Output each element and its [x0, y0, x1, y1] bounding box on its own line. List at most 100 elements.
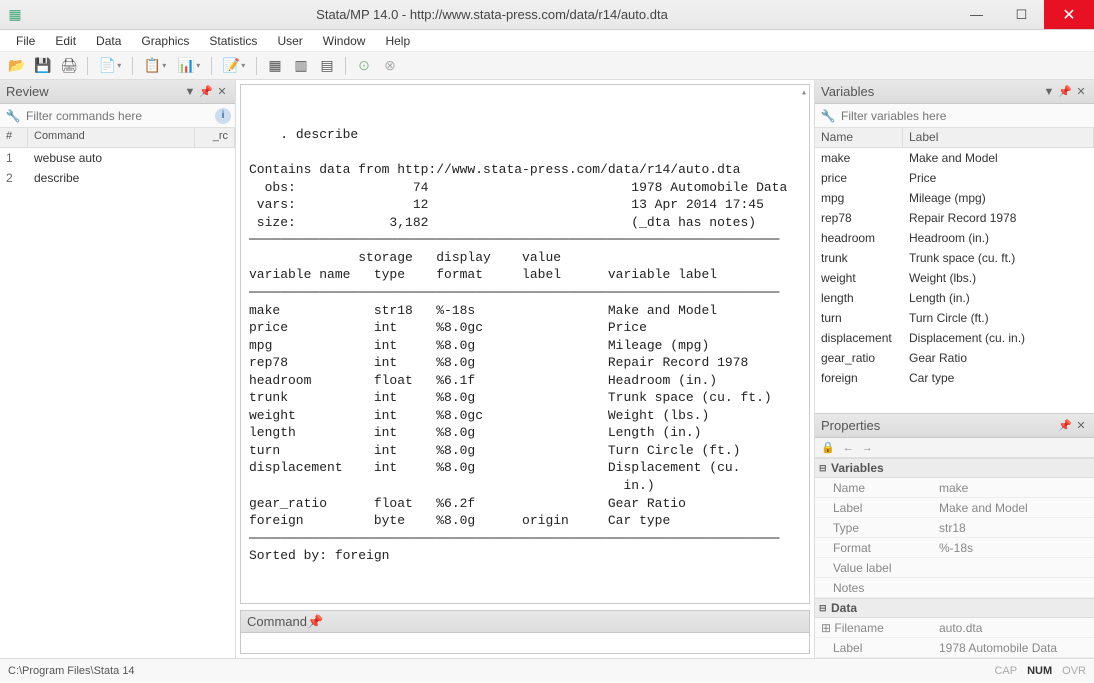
data-editor-icon[interactable]: ▦ [264, 55, 286, 77]
scroll-icon[interactable]: ▴ [799, 85, 809, 103]
prop-label: Label [815, 501, 933, 515]
review-num: 2 [0, 171, 28, 185]
review-cmd: describe [28, 171, 235, 185]
var-label: Mileage (mpg) [903, 191, 1094, 205]
next-icon[interactable]: → [862, 442, 873, 454]
var-label: Repair Record 1978 [903, 211, 1094, 225]
pin-icon[interactable]: 📌 [199, 85, 213, 98]
variable-row[interactable]: mpgMileage (mpg) [815, 188, 1094, 208]
variable-row[interactable]: headroomHeadroom (in.) [815, 228, 1094, 248]
prop-row[interactable]: Namemake [815, 478, 1094, 498]
var-label: Length (in.) [903, 291, 1094, 305]
maximize-button[interactable]: ☐ [999, 0, 1044, 29]
prop-row[interactable]: LabelMake and Model [815, 498, 1094, 518]
wrench-icon[interactable]: 🔧 [819, 109, 837, 123]
titlebar: ▦ Stata/MP 14.0 - http://www.stata-press… [0, 0, 1094, 30]
menu-help[interactable]: Help [375, 32, 420, 50]
open-icon[interactable]: 📂 [6, 55, 28, 77]
variable-row[interactable]: trunkTrunk space (cu. ft.) [815, 248, 1094, 268]
info-icon[interactable]: i [215, 108, 231, 124]
variables-manager-icon[interactable]: ▤ [316, 55, 338, 77]
statusbar: C:\Program Files\Stata 14 CAP NUM OVR [0, 658, 1094, 682]
variable-row[interactable]: foreignCar type [815, 368, 1094, 388]
variables-filter-input[interactable] [837, 107, 1090, 125]
pin-icon[interactable]: 📌 [1058, 419, 1072, 432]
review-cmd: webuse auto [28, 151, 235, 165]
col-num[interactable]: # [0, 128, 28, 147]
print-icon[interactable]: 🖨 [58, 55, 80, 77]
viewer-icon[interactable]: 📋 [140, 55, 170, 77]
prop-label: Type [815, 521, 933, 535]
filter-toggle-icon[interactable]: ▼ [1042, 86, 1056, 98]
variables-title: Variables [821, 84, 874, 99]
variable-row[interactable]: pricePrice [815, 168, 1094, 188]
prop-row[interactable]: Notes [815, 578, 1094, 598]
prop-label: Format [815, 541, 933, 555]
variable-row[interactable]: makeMake and Model [815, 148, 1094, 168]
prop-group[interactable]: ⊟Data [815, 598, 1094, 618]
status-path: C:\Program Files\Stata 14 [8, 665, 135, 677]
pin-icon[interactable]: 📌 [1058, 85, 1072, 98]
variables-filterbar: 🔧 [815, 104, 1094, 128]
menu-graphics[interactable]: Graphics [131, 32, 199, 50]
lock-icon[interactable]: 🔒 [821, 441, 835, 454]
prop-row[interactable]: Format%-18s [815, 538, 1094, 558]
review-filterbar: 🔧 i [0, 104, 235, 128]
review-filter-input[interactable] [22, 107, 215, 125]
variable-row[interactable]: rep78Repair Record 1978 [815, 208, 1094, 228]
prev-icon[interactable]: ← [843, 442, 854, 454]
ovr-indicator: OVR [1062, 665, 1086, 677]
break-icon[interactable]: ⊗ [379, 55, 401, 77]
menu-file[interactable]: File [6, 32, 45, 50]
minimize-button[interactable]: — [954, 0, 999, 29]
review-num: 1 [0, 151, 28, 165]
var-name: price [815, 171, 903, 185]
menubar: FileEditDataGraphicsStatisticsUserWindow… [0, 30, 1094, 52]
var-label: Trunk space (cu. ft.) [903, 251, 1094, 265]
menu-user[interactable]: User [267, 32, 312, 50]
wrench-icon[interactable]: 🔧 [4, 109, 22, 123]
review-row[interactable]: 1webuse auto [0, 148, 235, 168]
col-label[interactable]: Label [903, 128, 1094, 147]
clear-more-icon[interactable]: ⊙ [353, 55, 375, 77]
menu-statistics[interactable]: Statistics [199, 32, 267, 50]
prop-row[interactable]: Label1978 Automobile Data [815, 638, 1094, 658]
close-panel-icon[interactable]: ✕ [1074, 85, 1088, 98]
variables-list: makeMake and ModelpricePricempgMileage (… [815, 148, 1094, 413]
variable-row[interactable]: turnTurn Circle (ft.) [815, 308, 1094, 328]
properties-title: Properties [821, 418, 880, 433]
variable-row[interactable]: gear_ratioGear Ratio [815, 348, 1094, 368]
log-icon[interactable]: 📄 [95, 55, 125, 77]
app-icon: ▦ [0, 6, 30, 23]
variables-columns: Name Label [815, 128, 1094, 148]
save-icon[interactable]: 💾 [32, 55, 54, 77]
variable-row[interactable]: lengthLength (in.) [815, 288, 1094, 308]
toggle-icon[interactable]: ⊟ [819, 463, 831, 474]
command-input[interactable] [240, 632, 810, 654]
prop-label: Value label [815, 561, 933, 575]
dofile-icon[interactable]: 📝 [219, 55, 249, 77]
menu-data[interactable]: Data [86, 32, 131, 50]
graph-icon[interactable]: 📊 [174, 55, 204, 77]
review-row[interactable]: 2describe [0, 168, 235, 188]
data-browser-icon[interactable]: ▥ [290, 55, 312, 77]
menu-edit[interactable]: Edit [45, 32, 86, 50]
close-panel-icon[interactable]: ✕ [1074, 419, 1088, 432]
close-button[interactable]: ✕ [1044, 0, 1094, 29]
col-rc[interactable]: _rc [195, 128, 235, 147]
filter-toggle-icon[interactable]: ▼ [183, 86, 197, 98]
col-command[interactable]: Command [28, 128, 195, 147]
prop-row[interactable]: Typestr18 [815, 518, 1094, 538]
results-pane[interactable]: ▴ . describe Contains data from http://w… [240, 84, 810, 604]
prop-row[interactable]: Value label [815, 558, 1094, 578]
menu-window[interactable]: Window [313, 32, 376, 50]
col-name[interactable]: Name [815, 128, 903, 147]
variable-row[interactable]: displacementDisplacement (cu. in.) [815, 328, 1094, 348]
prop-value: make [933, 481, 1094, 495]
toggle-icon[interactable]: ⊟ [819, 603, 831, 614]
close-panel-icon[interactable]: ✕ [215, 85, 229, 98]
prop-group[interactable]: ⊟Variables [815, 458, 1094, 478]
variable-row[interactable]: weightWeight (lbs.) [815, 268, 1094, 288]
prop-row[interactable]: ⊞ Filenameauto.dta [815, 618, 1094, 638]
pin-icon[interactable]: 📌 [307, 614, 323, 630]
